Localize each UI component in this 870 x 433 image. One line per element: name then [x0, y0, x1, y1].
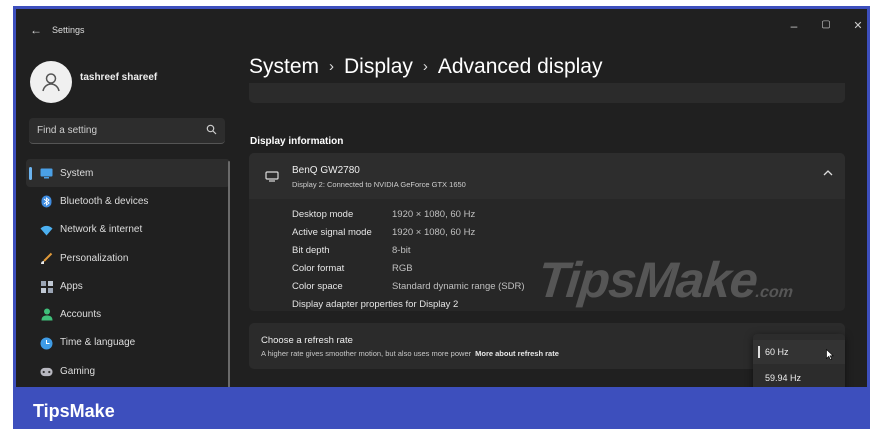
- globe-clock-icon: [40, 337, 53, 350]
- breadcrumb-separator: ›: [422, 58, 428, 75]
- sidebar-item-label: Network & internet: [60, 224, 143, 236]
- title-bar: ← Settings – ▢ ✕: [16, 9, 867, 49]
- previous-setting-card: [249, 83, 845, 103]
- sidebar-item-network[interactable]: Network & internet: [26, 216, 230, 244]
- mouse-cursor-icon: [826, 349, 834, 360]
- sidebar-item-accounts[interactable]: Accounts: [26, 300, 230, 328]
- close-button[interactable]: ✕: [848, 19, 867, 32]
- refresh-rate-description: A higher rate gives smoother motion, but…: [261, 349, 559, 358]
- sidebar-item-label: Apps: [60, 280, 83, 292]
- selection-indicator: [758, 346, 760, 358]
- person-avatar-icon: [42, 73, 60, 92]
- active-indicator: [29, 167, 32, 180]
- breadcrumb: System › Display › Advanced display: [249, 55, 602, 79]
- monitor-connection: Display 2: Connected to NVIDIA GeForce G…: [292, 180, 466, 189]
- minimize-button[interactable]: –: [784, 19, 804, 33]
- window-title: Settings: [52, 25, 85, 35]
- sidebar-item-label: Bluetooth & devices: [60, 195, 149, 207]
- brand-logo-text: TipsMake: [33, 401, 115, 421]
- display-info-card: BenQ GW2780 Display 2: Connected to NVID…: [249, 153, 845, 311]
- info-key: Active signal mode: [292, 226, 372, 238]
- breadcrumb-separator: ›: [329, 58, 335, 75]
- monitor-icon: [265, 171, 279, 182]
- section-heading: Display information: [250, 136, 344, 147]
- refresh-rate-subtitle: A higher rate gives smoother motion, but…: [261, 349, 472, 358]
- user-name: tashreef shareef: [80, 72, 158, 83]
- sidebar: tashreef shareef Find a setting System B…: [16, 49, 238, 387]
- refresh-option-label: 60 Hz: [765, 347, 789, 357]
- display-info-header[interactable]: BenQ GW2780 Display 2: Connected to NVID…: [249, 153, 845, 199]
- monitor-name: BenQ GW2780: [292, 165, 360, 176]
- sidebar-item-gaming[interactable]: Gaming: [26, 357, 230, 385]
- sidebar-item-system[interactable]: System: [26, 159, 230, 188]
- info-value: 1920 × 1080, 60 Hz: [392, 208, 476, 220]
- sidebar-item-label: Personalization: [60, 252, 129, 264]
- refresh-rate-dropdown[interactable]: 60 Hz 59.94 Hz: [753, 334, 845, 387]
- breadcrumb-advanced-display: Advanced display: [437, 55, 603, 78]
- search-input[interactable]: Find a setting: [29, 118, 225, 144]
- info-row-color-format: Color format RGB: [292, 260, 525, 278]
- bluetooth-icon: [40, 195, 53, 208]
- info-row-color-space: Color space Standard dynamic range (SDR): [292, 278, 525, 296]
- sidebar-item-label: Gaming: [60, 365, 96, 377]
- display-adapter-properties-link[interactable]: Display adapter properties for Display 2: [292, 296, 525, 314]
- gamepad-icon: [40, 365, 53, 378]
- back-arrow-icon[interactable]: ←: [30, 23, 42, 37]
- info-row-desktop-mode: Desktop mode 1920 × 1080, 60 Hz: [292, 205, 525, 223]
- display-info-rows: Desktop mode 1920 × 1080, 60 Hz Active si…: [292, 205, 525, 314]
- sidebar-item-apps[interactable]: Apps: [26, 272, 230, 300]
- info-row-active-signal-mode: Active signal mode 1920 × 1080, 60 Hz: [292, 223, 525, 241]
- sidebar-nav: System Bluetooth & devices Network & int…: [26, 159, 230, 385]
- brush-icon: [40, 252, 53, 265]
- sidebar-item-bluetooth[interactable]: Bluetooth & devices: [26, 187, 230, 215]
- info-key: Color format: [292, 263, 345, 275]
- breadcrumb-display[interactable]: Display: [344, 55, 413, 78]
- refresh-rate-title: Choose a refresh rate: [261, 335, 353, 346]
- sidebar-item-time-language[interactable]: Time & language: [26, 329, 230, 357]
- info-row-bit-depth: Bit depth 8-bit: [292, 241, 525, 259]
- info-value: 1920 × 1080, 60 Hz: [392, 226, 476, 238]
- settings-window: ← Settings – ▢ ✕ tashreef shareef Find a…: [13, 6, 870, 390]
- info-key: Color space: [292, 281, 343, 293]
- info-value: RGB: [392, 263, 413, 275]
- search-placeholder: Find a setting: [37, 125, 98, 136]
- info-key: Bit depth: [292, 244, 330, 256]
- maximize-button[interactable]: ▢: [816, 19, 836, 30]
- sidebar-item-label: Time & language: [60, 337, 136, 349]
- sidebar-item-label: System: [60, 167, 94, 179]
- info-value: 8-bit: [392, 244, 411, 256]
- chevron-up-icon[interactable]: [823, 169, 833, 177]
- sidebar-item-personalization[interactable]: Personalization: [26, 244, 230, 272]
- sidebar-item-label: Accounts: [60, 309, 102, 321]
- info-key: Desktop mode: [292, 208, 354, 220]
- brand-banner: TipsMake: [13, 390, 870, 429]
- breadcrumb-system[interactable]: System: [249, 55, 319, 78]
- info-value: Standard dynamic range (SDR): [392, 281, 525, 293]
- avatar[interactable]: [30, 61, 72, 103]
- system-icon: [40, 167, 53, 180]
- person-icon: [40, 308, 53, 321]
- refresh-option-label: 59.94 Hz: [765, 373, 802, 383]
- more-about-refresh-rate-link[interactable]: More about refresh rate: [475, 349, 559, 358]
- search-icon: [206, 124, 217, 135]
- refresh-option[interactable]: 59.94 Hz: [753, 366, 845, 387]
- main-content: System › Display › Advanced display Display …: [238, 49, 867, 387]
- apps-icon: [40, 280, 53, 293]
- wifi-icon: [40, 224, 53, 237]
- sidebar-scrollbar[interactable]: [228, 161, 230, 387]
